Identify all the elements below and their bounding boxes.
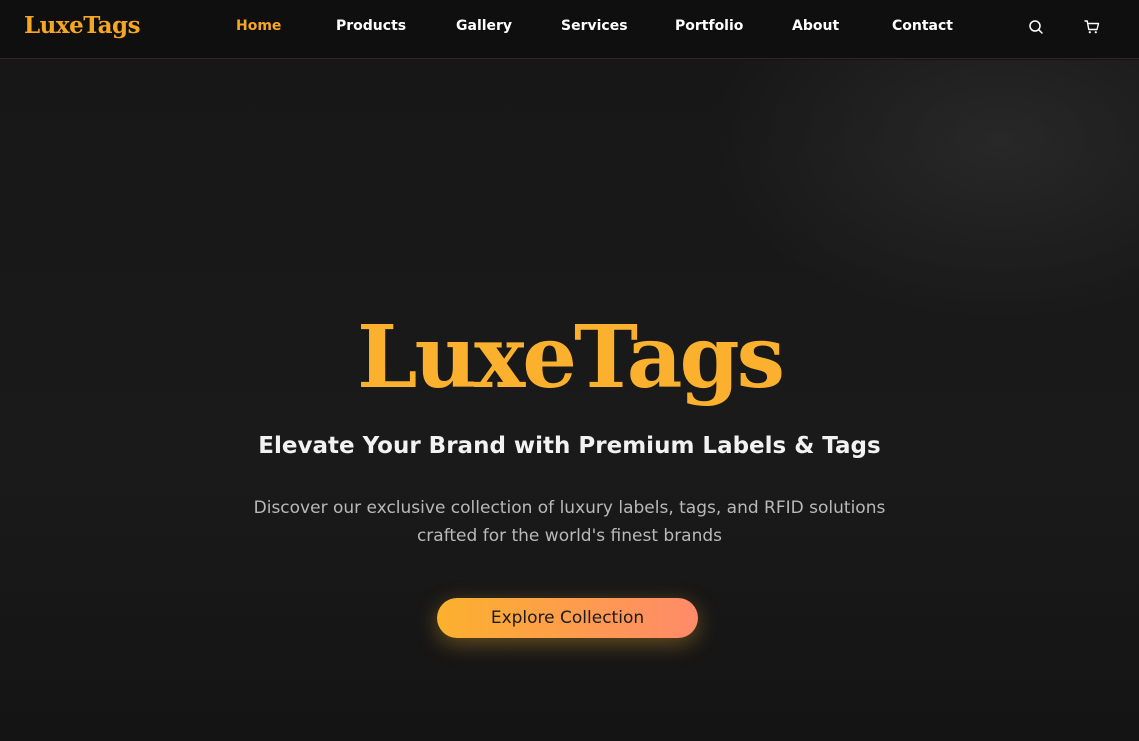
- explore-collection-button[interactable]: Explore Collection: [437, 598, 698, 638]
- navbar: LuxeTags Home Products Gallery Services …: [0, 0, 1139, 59]
- nav-item-products[interactable]: Products: [336, 18, 406, 34]
- nav-links: Home Products Gallery Services Portfolio…: [0, 0, 1139, 55]
- nav-item-contact[interactable]: Contact: [892, 18, 953, 34]
- hero-section: LuxeTags Elevate Your Brand with Premium…: [0, 60, 1139, 741]
- nav-item-services[interactable]: Services: [561, 18, 628, 34]
- hero-description-line1: Discover our exclusive collection of lux…: [253, 498, 886, 518]
- hero-description-line2: crafted for the world's finest brands: [416, 526, 723, 546]
- hero-subtitle: Elevate Your Brand with Premium Labels &…: [258, 433, 881, 459]
- hero-title: LuxeTags: [356, 307, 785, 408]
- nav-item-portfolio[interactable]: Portfolio: [675, 18, 743, 34]
- nav-item-gallery[interactable]: Gallery: [456, 18, 512, 34]
- hero-description: Discover our exclusive collection of lux…: [219, 494, 920, 550]
- cart-icon[interactable]: [1083, 18, 1101, 36]
- nav-item-home[interactable]: Home: [236, 18, 281, 34]
- search-icon[interactable]: [1027, 18, 1045, 36]
- nav-item-about[interactable]: About: [792, 18, 839, 34]
